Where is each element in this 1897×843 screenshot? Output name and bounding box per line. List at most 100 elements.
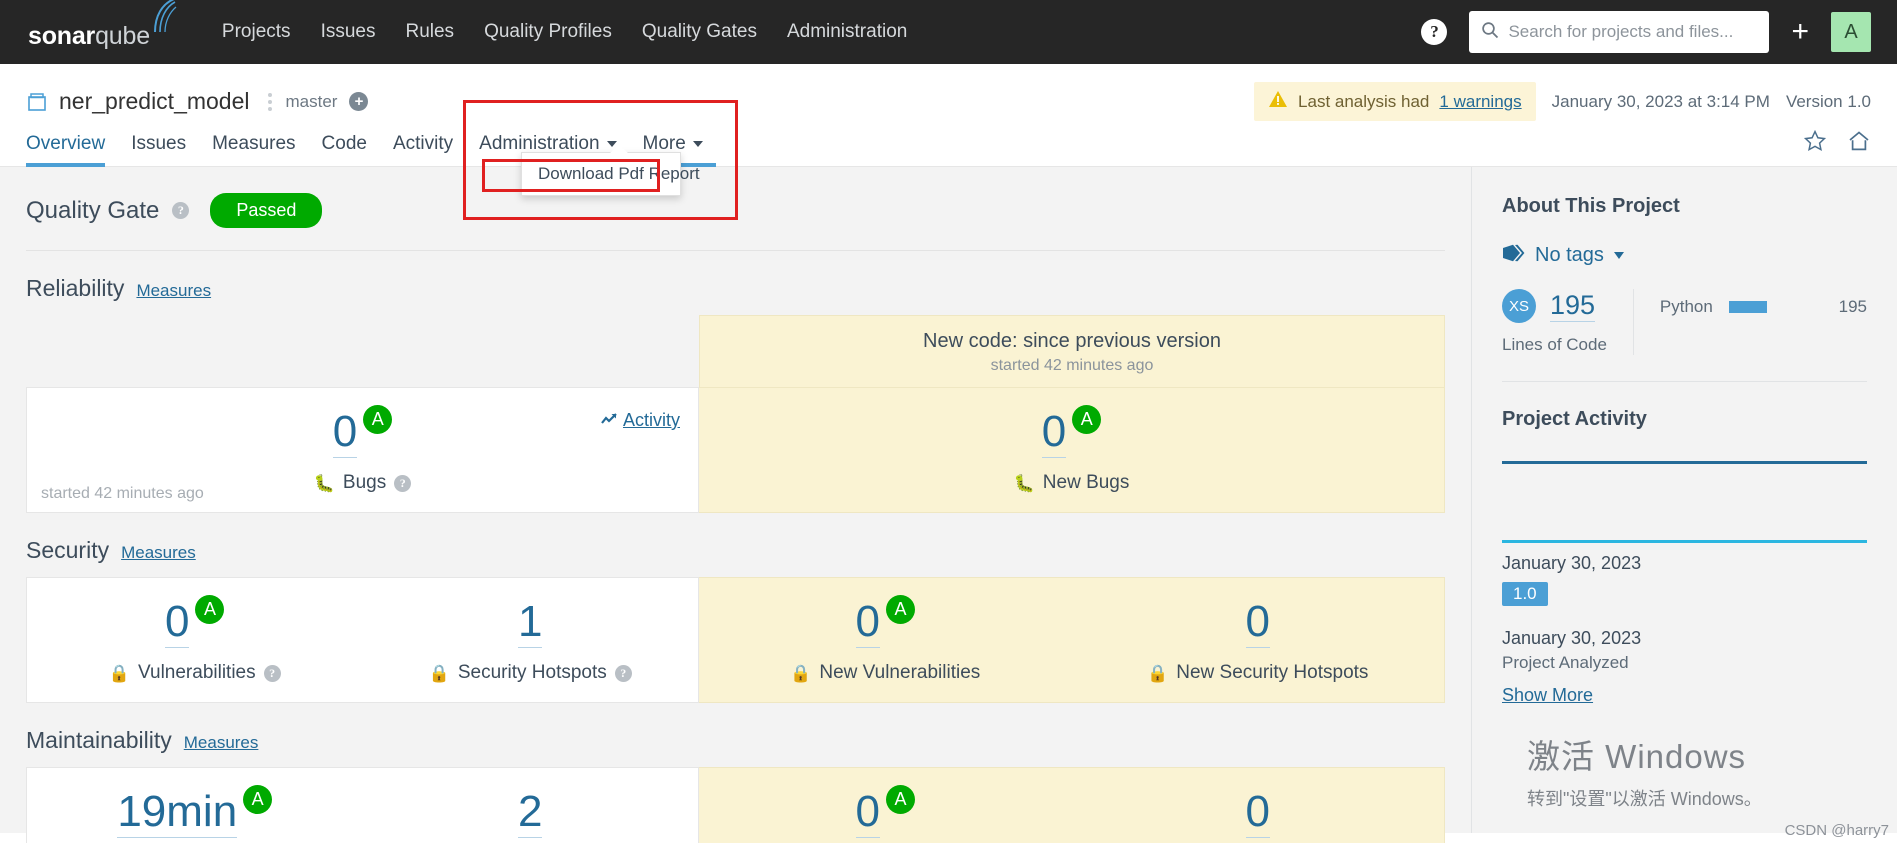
footer-credit: CSDN @harry7	[1784, 822, 1889, 839]
tab-measures[interactable]: Measures	[199, 133, 308, 166]
metric-technical-debt[interactable]: 19min A	[27, 768, 363, 843]
security-measure-row: 0 A 🔒 Vulnerabilities ? 1 🔒 Security Hot…	[26, 577, 1445, 703]
overview-main-column: Quality Gate ? Passed Reliability Measur…	[0, 167, 1471, 843]
metric-value[interactable]: 0	[855, 790, 880, 838]
metric-value[interactable]: 0	[855, 600, 880, 648]
new-code-banner: New code: since previous version started…	[699, 315, 1445, 387]
lock-icon: 🔒	[790, 663, 812, 683]
analysis-warning-badge[interactable]: Last analysis had 1 warnings	[1254, 82, 1536, 121]
tab-overview[interactable]: Overview	[26, 133, 118, 167]
page-body: Quality Gate ? Passed Reliability Measur…	[0, 167, 1897, 843]
branch-name[interactable]: master	[286, 92, 338, 112]
project-tags-row[interactable]: No tags	[1502, 244, 1867, 267]
metric-new-security-hotspots[interactable]: 0 🔒 New Security Hotspots	[1072, 578, 1445, 702]
tab-measures-label: Measures	[212, 133, 296, 154]
add-branch-icon[interactable]: +	[349, 92, 369, 111]
show-more-link[interactable]: Show More	[1502, 685, 1593, 706]
add-new-icon[interactable]: +	[1791, 17, 1809, 47]
activity-link-label: Activity	[622, 410, 680, 430]
chevron-down-icon	[1613, 252, 1624, 259]
nav-link-quality-profiles[interactable]: Quality Profiles	[484, 21, 612, 43]
language-bar	[1728, 301, 1767, 313]
tab-activity[interactable]: Activity	[380, 133, 466, 166]
activity-line-primary	[1502, 461, 1867, 464]
help-icon[interactable]: ?	[614, 664, 632, 682]
activity-entry-date: January 30, 2023	[1502, 553, 1642, 573]
section-header-security: Security Measures	[26, 513, 1445, 577]
metric-value[interactable]: 0	[1245, 600, 1270, 648]
metric-new-technical-debt[interactable]: 0 A	[699, 768, 1072, 843]
reliability-overall-panel: 0 A 🐛 Bugs ? Activity started 42 minutes…	[26, 387, 699, 513]
search-input[interactable]	[1508, 22, 1758, 42]
security-overall-panel: 0 A 🔒 Vulnerabilities ? 1 🔒 Security Hot…	[26, 577, 699, 703]
metric-value[interactable]: 0	[1041, 410, 1067, 458]
tab-issues[interactable]: Issues	[118, 133, 199, 166]
help-icon[interactable]: ?	[394, 474, 412, 492]
tab-code[interactable]: Code	[309, 133, 380, 166]
tab-code-label: Code	[321, 133, 367, 154]
more-dropdown-menu: Download Pdf Report	[521, 145, 700, 196]
metric-new-bugs[interactable]: 0 A 🐛 New Bugs	[699, 388, 1444, 512]
metric-label-text: Bugs	[342, 472, 387, 493]
metric-value[interactable]: 0	[165, 600, 190, 648]
activity-entry-version-badge: 1.0	[1502, 582, 1548, 606]
menu-item-download-pdf-report[interactable]: Download Pdf Report	[522, 161, 700, 187]
favorite-star-icon[interactable]	[1803, 129, 1827, 158]
lines-of-code-value[interactable]: 195	[1550, 290, 1596, 323]
activity-entry-sub: Project Analyzed	[1502, 653, 1629, 672]
nav-link-projects[interactable]: Projects	[222, 21, 291, 43]
metric-value[interactable]: 1	[518, 600, 543, 648]
tab-activity-label: Activity	[392, 133, 454, 154]
lines-of-code-row: XS 195 Lines of Code Python 195	[1502, 289, 1867, 355]
metric-value[interactable]: 19min	[117, 790, 238, 838]
metric-value[interactable]: 0	[1245, 790, 1270, 838]
sonarqube-logo[interactable]: sonarqube	[28, 0, 178, 51]
rating-badge: A	[195, 595, 225, 624]
project-title: ner_predict_model	[59, 88, 250, 114]
help-icon[interactable]: ?	[263, 664, 281, 682]
language-distribution-row: Python 195	[1634, 289, 1867, 317]
activity-line-secondary	[1502, 540, 1867, 543]
set-as-homepage-icon[interactable]	[1847, 129, 1871, 158]
nav-link-issues[interactable]: Issues	[321, 21, 376, 43]
nav-link-administration[interactable]: Administration	[787, 21, 907, 43]
tag-icon	[1502, 244, 1525, 267]
nav-link-rules[interactable]: Rules	[405, 21, 454, 43]
sidebar-divider	[1502, 381, 1867, 382]
metric-vulnerabilities[interactable]: 0 A 🔒 Vulnerabilities ?	[27, 578, 363, 702]
metric-value[interactable]: 0	[332, 410, 358, 458]
warning-count-link[interactable]: 1 warnings	[1439, 92, 1521, 112]
maintainability-measure-row: 19min A 2 0 A 0	[26, 767, 1445, 843]
project-icon	[26, 91, 48, 113]
help-icon[interactable]: ?	[1421, 19, 1448, 45]
rating-badge: A	[243, 785, 273, 814]
metric-label-text: Vulnerabilities	[138, 662, 256, 683]
user-avatar[interactable]: A	[1831, 12, 1871, 52]
section-measures-link[interactable]: Measures	[136, 281, 211, 301]
quality-gate-status-badge: Passed	[210, 193, 323, 228]
metric-new-vulnerabilities[interactable]: 0 A 🔒 New Vulnerabilities	[699, 578, 1072, 702]
logo-text-qube: qube	[95, 21, 150, 50]
global-search-box[interactable]	[1469, 11, 1770, 53]
quality-gate-row: Quality Gate ? Passed	[26, 167, 1445, 251]
nav-link-quality-gates[interactable]: Quality Gates	[642, 21, 757, 43]
metric-security-hotspots[interactable]: 1 🔒 Security Hotspots ?	[363, 578, 699, 702]
activity-link[interactable]: Activity	[601, 410, 680, 431]
new-code-banner-row: New code: since previous version started…	[26, 315, 1445, 387]
section-measures-link[interactable]: Measures	[184, 733, 259, 753]
tab-issues-label: Issues	[131, 133, 187, 154]
project-activity-graph[interactable]	[1502, 445, 1867, 549]
section-header-reliability: Reliability Measures	[26, 251, 1445, 315]
section-measures-link[interactable]: Measures	[121, 543, 196, 563]
help-icon[interactable]: ?	[172, 202, 190, 219]
rating-badge: A	[1072, 405, 1102, 434]
activity-entry: January 30, 2023 Project Analyzed	[1502, 628, 1867, 673]
metric-label-text: New Bugs	[1042, 472, 1130, 493]
metric-code-smells[interactable]: 2	[363, 768, 699, 843]
reliability-measure-row: 0 A 🐛 Bugs ? Activity started 42 minutes…	[26, 387, 1445, 513]
chevron-down-icon	[692, 141, 703, 147]
metric-value[interactable]: 2	[518, 790, 543, 838]
top-navigation-bar: sonarqube Projects Issues Rules Quality …	[0, 0, 1897, 64]
about-project-title: About This Project	[1502, 195, 1680, 217]
metric-new-code-smells[interactable]: 0	[1072, 768, 1445, 843]
